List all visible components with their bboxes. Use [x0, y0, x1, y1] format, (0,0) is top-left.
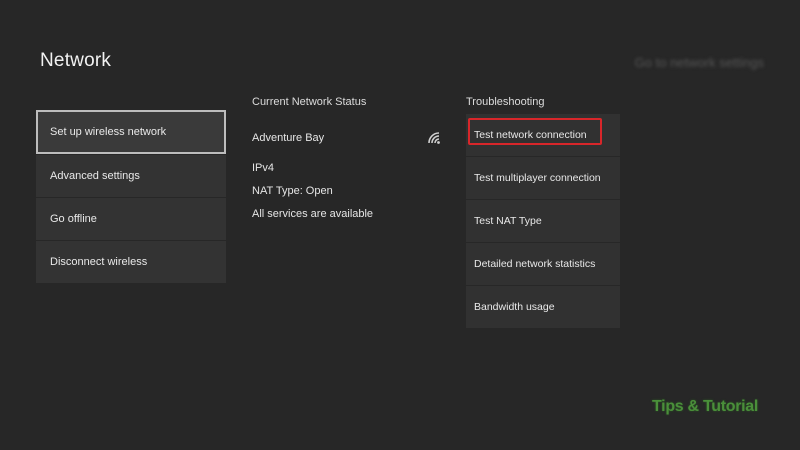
menu-item-label: Disconnect wireless: [50, 256, 148, 268]
menu-item-go-offline[interactable]: Go offline: [36, 198, 226, 240]
test-network-connection-button[interactable]: Test network connection: [466, 114, 620, 156]
nat-type: NAT Type: Open: [252, 185, 333, 197]
detailed-network-statistics-button[interactable]: Detailed network statistics: [466, 243, 620, 285]
menu-item-disconnect-wireless[interactable]: Disconnect wireless: [36, 241, 226, 283]
network-name-row: Adventure Bay: [252, 130, 442, 146]
network-menu: Set up wireless network Advanced setting…: [36, 110, 226, 284]
bandwidth-usage-button[interactable]: Bandwidth usage: [466, 286, 620, 328]
menu-item-label: Set up wireless network: [50, 126, 167, 138]
header-shortcut-label: Go to network settings: [634, 54, 764, 70]
highlight-box: [468, 118, 602, 145]
wifi-icon: [426, 130, 442, 146]
menu-item-setup-wireless[interactable]: Set up wireless network: [36, 110, 226, 154]
troubleshooting-header: Troubleshooting: [466, 96, 545, 108]
troubleshooting-list: Test network connection Test multiplayer…: [466, 114, 620, 329]
watermark-logo: Tips & Tutorial: [652, 398, 759, 415]
troubleshooting-item-label: Bandwidth usage: [474, 301, 555, 313]
troubleshooting-item-label: Test multiplayer connection: [474, 172, 601, 184]
troubleshooting-item-label: Detailed network statistics: [474, 258, 596, 270]
menu-item-label: Advanced settings: [50, 170, 140, 182]
network-name: Adventure Bay: [252, 132, 325, 144]
network-status-panel: Current Network Status Adventure Bay IPv…: [252, 96, 442, 220]
page-title: Network: [40, 50, 112, 71]
menu-item-label: Go offline: [50, 213, 97, 225]
troubleshooting-item-label: Test NAT Type: [474, 215, 542, 227]
services-status: All services are available: [252, 208, 374, 220]
ip-version: IPv4: [252, 162, 275, 174]
test-nat-type-button[interactable]: Test NAT Type: [466, 200, 620, 242]
status-header: Current Network Status: [252, 96, 367, 108]
test-multiplayer-connection-button[interactable]: Test multiplayer connection: [466, 157, 620, 199]
troubleshooting-panel: Troubleshooting Test network connection …: [466, 96, 620, 328]
menu-item-advanced-settings[interactable]: Advanced settings: [36, 155, 226, 197]
